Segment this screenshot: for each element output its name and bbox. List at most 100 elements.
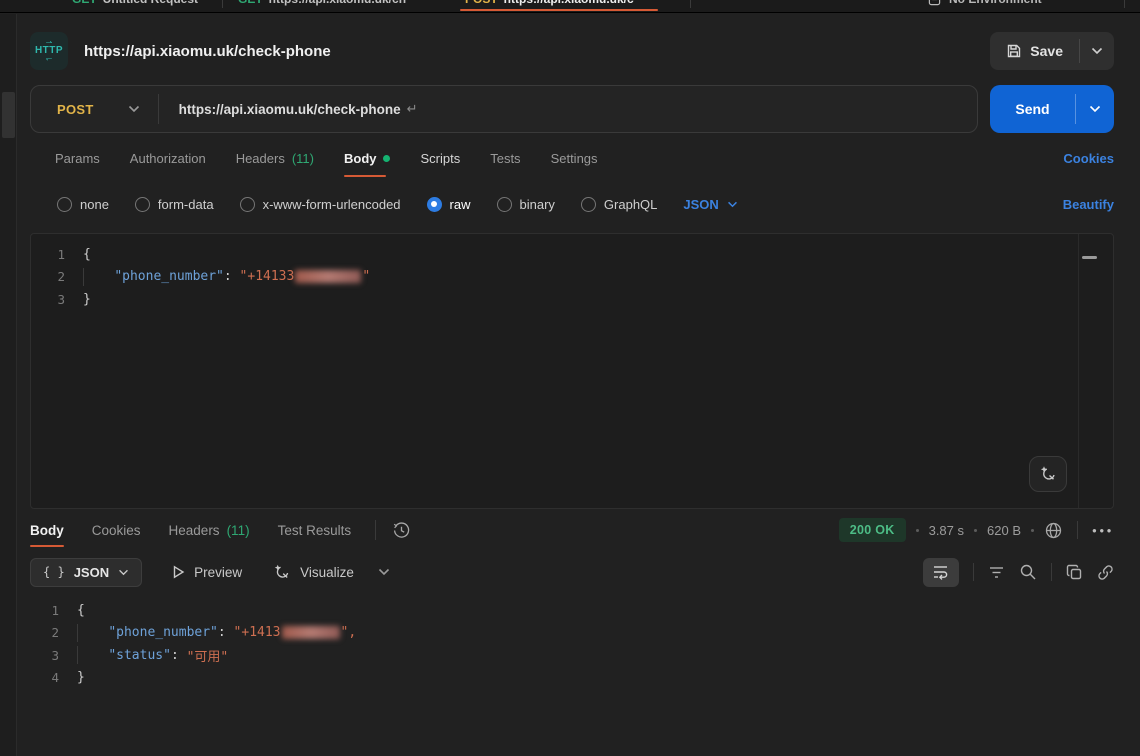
editor-scrollbar-track[interactable] bbox=[1078, 234, 1099, 508]
tab-headers[interactable]: Headers (11) bbox=[236, 133, 314, 183]
body-type-options: none form-data x-www-form-urlencoded raw… bbox=[17, 183, 1140, 225]
code-line: 2 "phone_number": "+1413", bbox=[17, 622, 1140, 645]
copy-button[interactable] bbox=[1066, 564, 1083, 581]
radio-circle bbox=[581, 197, 596, 212]
tab-params[interactable]: Params bbox=[55, 133, 100, 183]
editor-scrollbar-handle[interactable] bbox=[1082, 256, 1097, 259]
cookies-link[interactable]: Cookies bbox=[1063, 151, 1114, 166]
headers-count-badge: (11) bbox=[227, 523, 250, 538]
link-button[interactable] bbox=[1097, 564, 1114, 581]
save-options-caret[interactable] bbox=[1080, 32, 1114, 70]
send-button-label: Send bbox=[1015, 101, 1049, 117]
response-size[interactable]: 620 B bbox=[987, 523, 1021, 538]
code-line: 1{ bbox=[31, 243, 1113, 266]
code-line: 3} bbox=[31, 288, 1113, 311]
response-status-group: 200 OK 3.87 s 620 B ●●● bbox=[839, 518, 1114, 542]
visualize-button[interactable]: Visualize bbox=[272, 563, 354, 582]
tab-scripts[interactable]: Scripts bbox=[420, 133, 460, 183]
environment-label: No Environment bbox=[949, 0, 1042, 6]
sidebar-rail-handle[interactable] bbox=[2, 92, 15, 138]
tab-divider bbox=[690, 0, 691, 8]
radio-circle bbox=[57, 197, 72, 212]
radio-form-data[interactable]: form-data bbox=[135, 197, 214, 212]
request-title: https://api.xiaomu.uk/check-phone bbox=[84, 43, 331, 60]
status-badge[interactable]: 200 OK bbox=[839, 518, 906, 542]
radio-none[interactable]: none bbox=[57, 197, 109, 212]
request-tab-untitled[interactable]: GET Untitled Request bbox=[72, 0, 198, 6]
play-icon bbox=[172, 565, 185, 579]
active-tab-underline bbox=[460, 9, 658, 11]
arrow-left-icon: ↽ bbox=[46, 56, 53, 62]
url-input-box[interactable]: POST https://api.xiaomu.uk/check-phone ↵ bbox=[30, 85, 978, 133]
tab-method-label: GET bbox=[238, 0, 263, 6]
send-button[interactable]: Send bbox=[990, 85, 1075, 133]
line-number: 2 bbox=[17, 625, 77, 640]
line-number: 2 bbox=[31, 269, 83, 284]
globe-icon bbox=[1044, 521, 1063, 540]
tab-body[interactable]: Body bbox=[344, 133, 391, 183]
wrap-text-button[interactable] bbox=[923, 558, 959, 587]
content-type-dropdown[interactable]: JSON bbox=[683, 197, 737, 212]
save-button[interactable]: Save bbox=[990, 32, 1079, 70]
search-button[interactable] bbox=[1019, 563, 1037, 581]
response-time[interactable]: 3.87 s bbox=[929, 523, 964, 538]
collapsed-sidebar-rail[interactable] bbox=[0, 14, 17, 756]
response-history-button[interactable] bbox=[392, 521, 411, 540]
radio-circle bbox=[497, 197, 512, 212]
tab-tests[interactable]: Tests bbox=[490, 133, 520, 183]
radio-raw[interactable]: raw bbox=[427, 197, 471, 212]
active-tab-underline bbox=[344, 175, 386, 177]
response-tab-headers[interactable]: Headers (11) bbox=[169, 509, 250, 551]
enter-hint-icon: ↵ bbox=[407, 101, 418, 117]
response-body-viewer[interactable]: 1{ 2 "phone_number": "+1413", 3 "status"… bbox=[17, 593, 1140, 689]
response-toolbar: { } JSON Preview Visualize bbox=[17, 551, 1140, 593]
line-number: 1 bbox=[17, 603, 77, 618]
environment-selector[interactable]: No Environment bbox=[928, 0, 1042, 6]
radio-graphql[interactable]: GraphQL bbox=[581, 197, 657, 212]
json-key: "phone_number" bbox=[108, 625, 218, 640]
tab-title: Untitled Request bbox=[103, 0, 198, 6]
copy-icon bbox=[1066, 564, 1083, 581]
response-tab-cookies[interactable]: Cookies bbox=[92, 509, 141, 551]
tab-authorization[interactable]: Authorization bbox=[130, 133, 206, 183]
method-dropdown[interactable]: POST bbox=[31, 102, 158, 117]
headers-count-badge: (11) bbox=[292, 151, 314, 166]
send-split-button: Send bbox=[990, 85, 1114, 133]
line-number: 4 bbox=[17, 670, 77, 685]
visualize-options-caret[interactable] bbox=[378, 568, 390, 576]
redacted-phone-digits bbox=[295, 270, 361, 283]
line-number: 1 bbox=[31, 247, 83, 262]
search-icon bbox=[1019, 563, 1037, 581]
json-value: "可用" bbox=[187, 646, 229, 665]
network-info-button[interactable] bbox=[1044, 521, 1063, 540]
response-tab-body[interactable]: Body bbox=[30, 509, 64, 551]
dot-separator bbox=[974, 529, 977, 532]
tab-settings[interactable]: Settings bbox=[551, 133, 598, 183]
code-line: 2 "phone_number": "+14133" bbox=[31, 266, 1113, 289]
response-tab-test-results[interactable]: Test Results bbox=[278, 509, 352, 551]
url-input-value[interactable]: https://api.xiaomu.uk/check-phone bbox=[179, 102, 401, 117]
link-icon bbox=[1097, 564, 1114, 581]
tab-method-label: POST bbox=[465, 0, 498, 6]
beautify-link[interactable]: Beautify bbox=[1063, 197, 1114, 212]
divider bbox=[973, 563, 974, 581]
tab-divider bbox=[222, 0, 223, 8]
code-line: 3 "status": "可用" bbox=[17, 644, 1140, 667]
request-header: ⇀ HTTP ↽ https://api.xiaomu.uk/check-pho… bbox=[17, 13, 1140, 73]
request-tab-get[interactable]: GEThttps://api.xiaomu.uk/ch bbox=[238, 0, 406, 6]
send-options-caret[interactable] bbox=[1076, 85, 1114, 133]
preview-button[interactable]: Preview bbox=[172, 565, 242, 580]
tab-title: https://api.xiaomu.uk/c bbox=[504, 0, 634, 6]
radio-binary[interactable]: binary bbox=[497, 197, 555, 212]
tab-method-label: GET bbox=[72, 0, 97, 6]
response-format-dropdown[interactable]: { } JSON bbox=[30, 558, 142, 587]
postbot-button[interactable] bbox=[1029, 456, 1067, 492]
input-divider bbox=[158, 94, 159, 124]
request-tab-post-active[interactable]: POST https://api.xiaomu.uk/c bbox=[465, 0, 634, 6]
line-number: 3 bbox=[17, 648, 77, 663]
request-body-editor[interactable]: 1{ 2 "phone_number": "+14133" 3} bbox=[30, 233, 1114, 509]
json-value: "+14133 bbox=[240, 269, 295, 284]
more-options-button[interactable]: ●●● bbox=[1092, 526, 1114, 535]
radio-x-www-form-urlencoded[interactable]: x-www-form-urlencoded bbox=[240, 197, 401, 212]
filter-button[interactable] bbox=[988, 565, 1005, 580]
